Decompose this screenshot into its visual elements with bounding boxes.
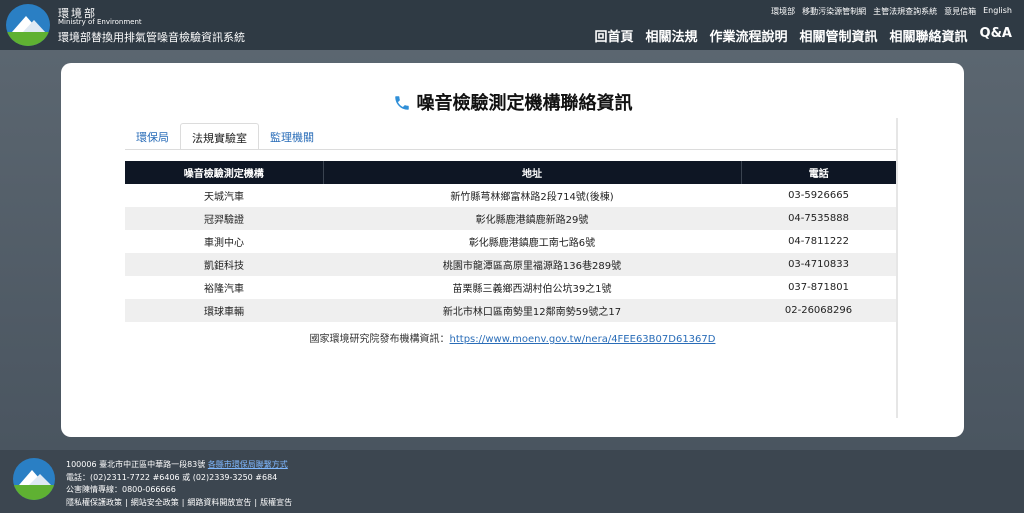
tab-motor-vehicle-office[interactable]: 監理機關 [259,123,325,150]
cell-phone: 04-7811222 [788,236,849,247]
footer-link-security[interactable]: 網站安全政策 [131,498,179,507]
page-title: 噪音檢驗測定機構聯絡資訊 [61,89,964,115]
cell-institution: 裕隆汽車 [204,284,244,295]
tab-regulatory-lab[interactable]: 法規實驗室 [180,123,259,150]
table-row: 凱鉅科技 桃園市龍潭區高原里福源路136巷289號 03-4710833 [125,253,896,276]
cell-address: 新北市林口區南勢里12鄰南勢59號之17 [323,299,741,322]
footer-link-copyright[interactable]: 版權宣告 [260,498,292,507]
footer-address-line: 100006 臺北市中正區中華路一段83號 各縣市環保局聯繫方式 [66,459,292,472]
footer-info: 100006 臺北市中正區中華路一段83號 各縣市環保局聯繫方式 電話：(02)… [66,459,292,509]
source-label: 國家環境研究院發布機構資訊： [309,334,450,345]
footer-address-link[interactable]: 各縣市環保局聯繫方式 [208,460,288,469]
top-links: 環境部 移動污染源管制網 主管法規查詢系統 意見信箱 English [771,6,1012,17]
source-note: 國家環境研究院發布機構資訊：https://www.moenv.gov.tw/n… [61,330,964,345]
content-card: 噪音檢驗測定機構聯絡資訊 環保局 法規實驗室 監理機關 噪音檢驗測定機構 地址 … [61,63,964,437]
cell-institution: 車測中心 [204,238,244,249]
footer-link-open-data[interactable]: 網路資料開放宣告 [187,498,251,507]
nav-qa[interactable]: Q&A [980,26,1012,45]
nav-contact-info[interactable]: 相關聯絡資訊 [890,26,968,45]
site-header: 環境部 Ministry of Environment 環境部替換用排氣管噪音檢… [0,0,1024,50]
page-title-text: 噪音檢驗測定機構聯絡資訊 [416,93,633,114]
top-link-feedback[interactable]: 意見信箱 [944,6,976,17]
cell-institution: 冠羿驗證 [125,207,323,230]
main-nav: 回首頁 相關法規 作業流程說明 相關管制資訊 相關聯絡資訊 Q&A [594,26,1012,45]
cell-address: 新竹縣芎林鄉富林路2段714號(後棟) [450,192,614,203]
top-link-mobile-source[interactable]: 移動污染源管制網 [802,6,866,17]
footer-link-privacy[interactable]: 隱私權保護政策 [66,498,122,507]
footer-link-separator: | [254,497,258,507]
org-name-en: Ministry of Environment [58,18,142,26]
cell-phone: 03-5926665 [788,190,849,201]
source-link[interactable]: https://www.moenv.gov.tw/nera/4FEE63B07D… [450,334,716,345]
system-name[interactable]: 環境部替換用排氣管噪音檢驗資訊系統 [58,29,245,45]
table-row: 裕隆汽車 苗栗縣三義鄉西湖村伯公坑39之1號 037-871801 [125,276,896,299]
scrollbar-track[interactable] [896,118,898,418]
tab-epb[interactable]: 環保局 [125,123,180,150]
header-phone: 電話 [741,161,896,184]
nav-process[interactable]: 作業流程說明 [710,26,788,45]
top-link-moenv[interactable]: 環境部 [771,6,795,17]
nav-control-info[interactable]: 相關管制資訊 [800,26,878,45]
cell-institution: 環球車輛 [125,299,323,322]
footer-phone: 電話：(02)2311-7722 #6406 或 (02)2339-3250 #… [66,472,278,482]
footer-logo [13,458,55,500]
cell-address: 彰化縣鹿港鎮鹿工南七路6號 [468,238,596,249]
footer-links: 隱私權保護政策 | 網站安全政策 | 網路資料開放宣告 | 版權宣告 [66,497,292,510]
footer-hotline: 公害陳情專線：0800-066666 [66,485,176,494]
top-link-regulation-query[interactable]: 主管法規查詢系統 [873,6,937,17]
moenv-logo[interactable] [6,4,50,46]
cell-address: 苗栗縣三義鄉西湖村伯公坑39之1號 [452,284,612,295]
cell-phone: 03-4710833 [741,253,896,276]
header-institution: 噪音檢驗測定機構 [125,161,324,184]
cell-phone: 02-26068296 [741,299,896,322]
cell-phone: 037-871801 [788,282,849,293]
nav-home[interactable]: 回首頁 [594,26,633,45]
footer-link-separator: | [125,497,128,507]
table-row: 車測中心 彰化縣鹿港鎮鹿工南七路6號 04-7811222 [125,230,896,253]
institution-table: 噪音檢驗測定機構 地址 電話 天城汽車 新竹縣芎林鄉富林路2段714號(後棟) … [125,161,896,322]
nav-regulations[interactable]: 相關法規 [645,26,697,45]
cell-institution: 天城汽車 [204,192,244,203]
header-address: 地址 [323,161,742,184]
tab-bar: 環保局 法規實驗室 監理機關 [125,123,325,150]
cell-address: 桃園市龍潭區高原里福源路136巷289號 [323,253,741,276]
tab-divider [125,149,896,150]
cell-institution: 凱鉅科技 [125,253,323,276]
footer-address: 100006 臺北市中正區中華路一段83號 [66,460,206,469]
table-row: 環球車輛 新北市林口區南勢里12鄰南勢59號之17 02-26068296 [125,299,896,322]
footer-link-separator: | [181,497,185,507]
table-header-row: 噪音檢驗測定機構 地址 電話 [125,161,896,184]
table-row: 天城汽車 新竹縣芎林鄉富林路2段714號(後棟) 03-5926665 [125,184,896,207]
table-row: 冠羿驗證 彰化縣鹿港鎮鹿新路29號 04-7535888 [125,207,896,230]
site-footer: 100006 臺北市中正區中華路一段83號 各縣市環保局聯繫方式 電話：(02)… [0,450,1024,513]
phone-icon [394,96,409,110]
top-link-english[interactable]: English [983,6,1012,17]
cell-address: 彰化縣鹿港鎮鹿新路29號 [323,207,741,230]
cell-phone: 04-7535888 [741,207,896,230]
